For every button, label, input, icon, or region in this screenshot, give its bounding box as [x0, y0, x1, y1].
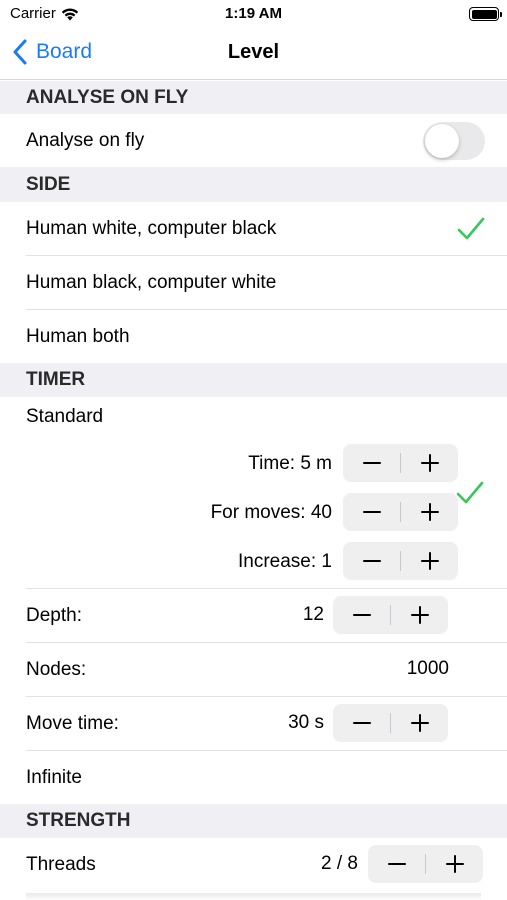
- status-bar: Carrier 1:19 AM: [0, 0, 507, 28]
- plus-icon: [410, 606, 429, 624]
- move-time-row[interactable]: Move time: 30 s: [0, 697, 507, 750]
- section-header-strength: STRENGTH: [0, 804, 507, 838]
- time-decrement-button[interactable]: [343, 444, 400, 482]
- analyse-on-fly-toggle[interactable]: [423, 122, 485, 160]
- timer-standard-row[interactable]: Standard: [0, 397, 507, 437]
- plus-icon: [445, 855, 464, 873]
- status-time: 1:19 AM: [225, 5, 282, 22]
- timer-standard-label: Standard: [26, 406, 104, 427]
- increase-decrement-button[interactable]: [343, 542, 400, 580]
- for-moves-label: For moves: 40: [210, 502, 332, 523]
- analyse-on-fly-row: Analyse on fly: [0, 114, 507, 167]
- increase-increment-button[interactable]: [401, 542, 458, 580]
- side-option-label: Human white, computer black: [26, 217, 277, 239]
- minus-icon: [362, 462, 381, 464]
- section-header-analyse: ANALYSE ON FLY: [0, 81, 507, 114]
- threads-decrement-button[interactable]: [368, 845, 425, 883]
- increase-label: Increase: 1: [238, 551, 332, 572]
- battery-icon: [469, 7, 502, 21]
- time-stepper[interactable]: [343, 444, 458, 482]
- minus-icon: [352, 722, 371, 724]
- section-header-side: SIDE: [0, 167, 507, 202]
- threads-increment-button[interactable]: [426, 845, 483, 883]
- depth-decrement-button[interactable]: [333, 596, 390, 634]
- side-option-label: Human both: [26, 325, 130, 347]
- for-moves-increment-button[interactable]: [401, 493, 458, 531]
- side-option-row[interactable]: Human black, computer white: [0, 256, 507, 309]
- for-moves-decrement-button[interactable]: [343, 493, 400, 531]
- depth-value: 12: [302, 604, 324, 625]
- bottom-edge: [26, 893, 481, 900]
- side-option-row[interactable]: Human white, computer black: [0, 202, 507, 255]
- time-increment-button[interactable]: [401, 444, 458, 482]
- depth-stepper[interactable]: [333, 596, 448, 634]
- threads-stepper[interactable]: [368, 845, 483, 883]
- plus-icon: [420, 454, 439, 472]
- move-time-stepper[interactable]: [333, 704, 448, 742]
- threads-value: 2 / 8: [321, 853, 358, 874]
- infinite-row[interactable]: Infinite: [0, 751, 507, 804]
- minus-icon: [362, 560, 381, 562]
- minus-icon: [362, 511, 381, 513]
- increase-stepper[interactable]: [343, 542, 458, 580]
- checkmark-icon: [456, 481, 484, 504]
- time-label: Time: 5 m: [248, 453, 332, 474]
- for-moves-stepper[interactable]: [343, 493, 458, 531]
- page-title: Level: [227, 41, 280, 63]
- analyse-on-fly-label: Analyse on fly: [26, 129, 145, 151]
- threads-row: Threads 2 / 8: [0, 838, 507, 891]
- move-time-decrement-button[interactable]: [333, 704, 390, 742]
- checkmark-icon: [457, 217, 485, 240]
- section-header-timer: TIMER: [0, 363, 507, 397]
- depth-increment-button[interactable]: [391, 596, 448, 634]
- plus-icon: [420, 503, 439, 521]
- side-option-label: Human black, computer white: [26, 271, 277, 293]
- navigation-bar: Board Level: [0, 28, 507, 80]
- plus-icon: [420, 552, 439, 570]
- minus-icon: [352, 614, 371, 616]
- depth-row[interactable]: Depth: 12: [0, 589, 507, 642]
- depth-label: Depth:: [26, 604, 82, 626]
- nodes-label: Nodes:: [26, 658, 87, 680]
- nodes-row[interactable]: Nodes: 1000: [0, 643, 507, 696]
- move-time-label: Move time:: [26, 712, 119, 734]
- minus-icon: [387, 863, 406, 865]
- move-time-increment-button[interactable]: [391, 704, 448, 742]
- move-time-value: 30 s: [288, 712, 324, 733]
- nodes-value: 1000: [406, 658, 449, 679]
- side-option-row[interactable]: Human both: [0, 310, 507, 363]
- threads-label: Threads: [26, 853, 96, 875]
- plus-icon: [410, 714, 429, 732]
- infinite-label: Infinite: [26, 766, 82, 788]
